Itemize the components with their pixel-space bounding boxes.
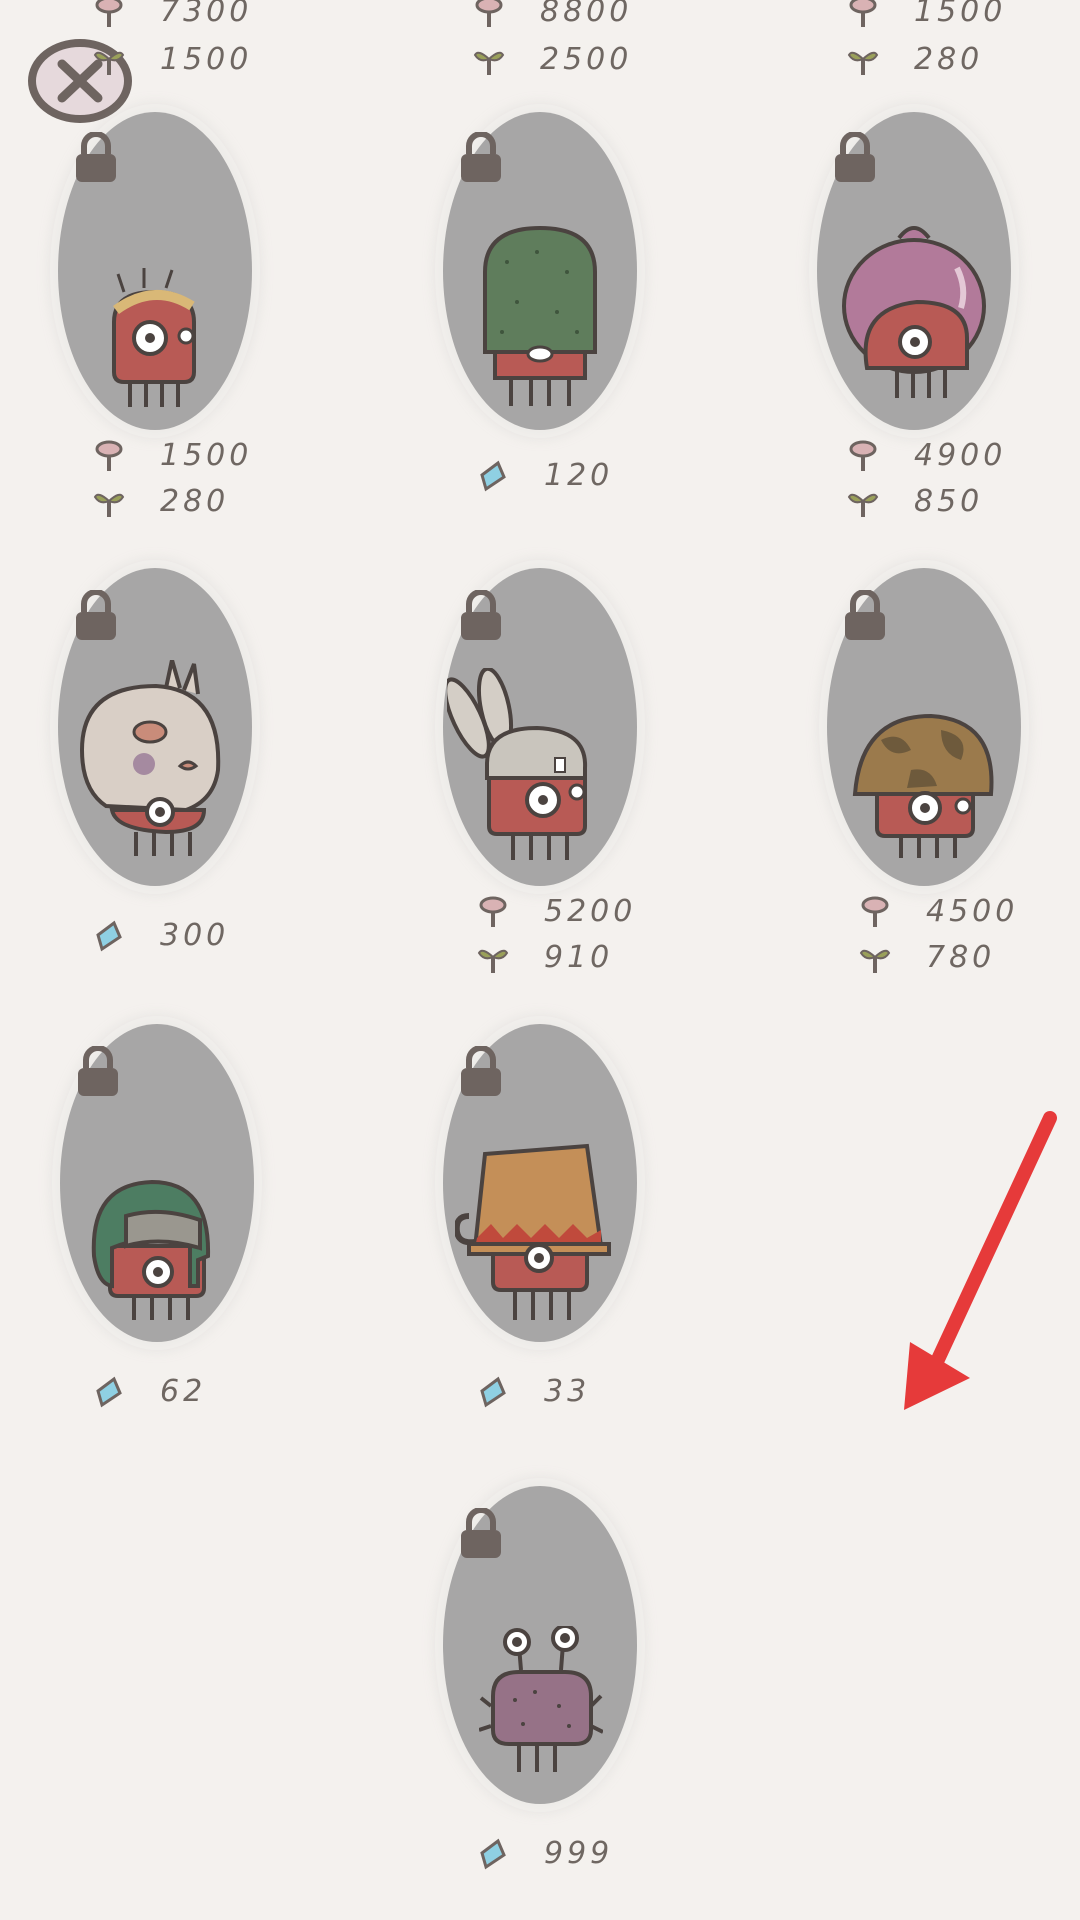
skull-mask-creature-icon [79, 660, 221, 856]
sprout-icon [93, 493, 125, 517]
top-price-3-sprout: 280 [846, 42, 983, 77]
top-price-1-mushroom: 7300 [92, 0, 252, 29]
lock-icon [76, 590, 116, 640]
shop-item-onion[interactable] [817, 112, 1011, 430]
price-value: 4900 [914, 438, 1007, 473]
gem-icon [96, 920, 122, 951]
price-sprout: 910 [476, 940, 613, 975]
price-gem: 33 [476, 1374, 590, 1409]
gem-icon [96, 1376, 122, 1407]
mushroom-icon [479, 896, 507, 927]
shop-item-skull-mask[interactable] [58, 568, 252, 886]
shop-item-bucket[interactable] [443, 1024, 637, 1342]
bunny-creature-icon [447, 668, 588, 860]
sprout-icon [847, 493, 879, 517]
price-mushroom: 4500 [858, 894, 1018, 929]
gem-icon [480, 1838, 506, 1869]
top-price-3-mushroom: 1500 [846, 0, 1006, 29]
sprout-icon [859, 949, 891, 973]
shop-item-camo-helmet[interactable] [827, 568, 1021, 886]
lock-icon [845, 590, 885, 640]
price-sprout: 280 [92, 484, 229, 519]
lock-icon [78, 1046, 118, 1096]
price-value: 910 [544, 940, 614, 975]
cactus-creature-icon [483, 225, 597, 406]
price-gem: 300 [92, 918, 229, 953]
price-value: 1500 [914, 0, 1007, 29]
sprout-icon [847, 51, 879, 75]
top-price-1-sprout: 1500 [92, 42, 252, 77]
mushroom-icon [861, 896, 889, 927]
pointer-arrow-icon [904, 1111, 1057, 1410]
mushroom-icon [95, 0, 123, 27]
price-mushroom: 4900 [846, 438, 1006, 473]
price-gem: 120 [476, 458, 613, 493]
price-value: 1500 [160, 42, 253, 77]
top-price-2-sprout: 2500 [472, 42, 632, 77]
lock-icon [461, 1508, 501, 1558]
mushroom-icon [475, 0, 503, 27]
sprout-icon [93, 51, 125, 75]
sprout-icon [473, 51, 505, 75]
price-value: 780 [926, 940, 996, 975]
mushroom-icon [95, 440, 123, 471]
lock-icon [461, 590, 501, 640]
price-value: 62 [160, 1374, 207, 1409]
shop-item-cactus[interactable] [443, 112, 637, 430]
price-value: 4500 [926, 894, 1019, 929]
mushroom-icon [849, 440, 877, 471]
top-price-2-mushroom: 8800 [472, 0, 632, 29]
price-value: 120 [544, 458, 614, 493]
price-value: 999 [544, 1836, 614, 1871]
price-sprout: 850 [846, 484, 983, 519]
onion-creature-icon [842, 226, 986, 398]
shop-item-aviator[interactable] [60, 1024, 254, 1342]
gem-icon [480, 460, 506, 491]
price-value: 1500 [160, 438, 253, 473]
mushroom-icon [849, 0, 877, 27]
price-mushroom: 5200 [476, 894, 636, 929]
price-gem: 999 [476, 1836, 613, 1871]
price-value: 300 [160, 918, 230, 953]
gem-icon [480, 1376, 506, 1407]
lock-icon [461, 132, 501, 182]
lock-icon [76, 132, 116, 182]
camo-helmet-creature-icon [852, 713, 994, 858]
price-value: 280 [160, 484, 230, 519]
price-value: 33 [544, 1374, 591, 1409]
price-gem: 62 [92, 1374, 206, 1409]
sprout-icon [477, 949, 509, 973]
shop-item-bug[interactable] [443, 1486, 637, 1804]
bug-creature-icon [479, 1626, 603, 1772]
price-value: 280 [914, 42, 984, 77]
price-value: 5200 [544, 894, 637, 929]
price-mushroom: 1500 [92, 438, 252, 473]
aviator-creature-icon [91, 1179, 211, 1320]
price-value: 2500 [540, 42, 633, 77]
crown-creature-icon [112, 268, 196, 407]
price-value: 8800 [540, 0, 633, 29]
bucket-hat-creature-icon [455, 1143, 611, 1320]
shop-item-crown[interactable] [58, 112, 252, 430]
price-sprout: 780 [858, 940, 995, 975]
lock-icon [835, 132, 875, 182]
price-value: 850 [914, 484, 984, 519]
lock-icon [461, 1046, 501, 1096]
price-value: 7300 [160, 0, 253, 29]
shop-item-bunny[interactable] [443, 568, 637, 886]
